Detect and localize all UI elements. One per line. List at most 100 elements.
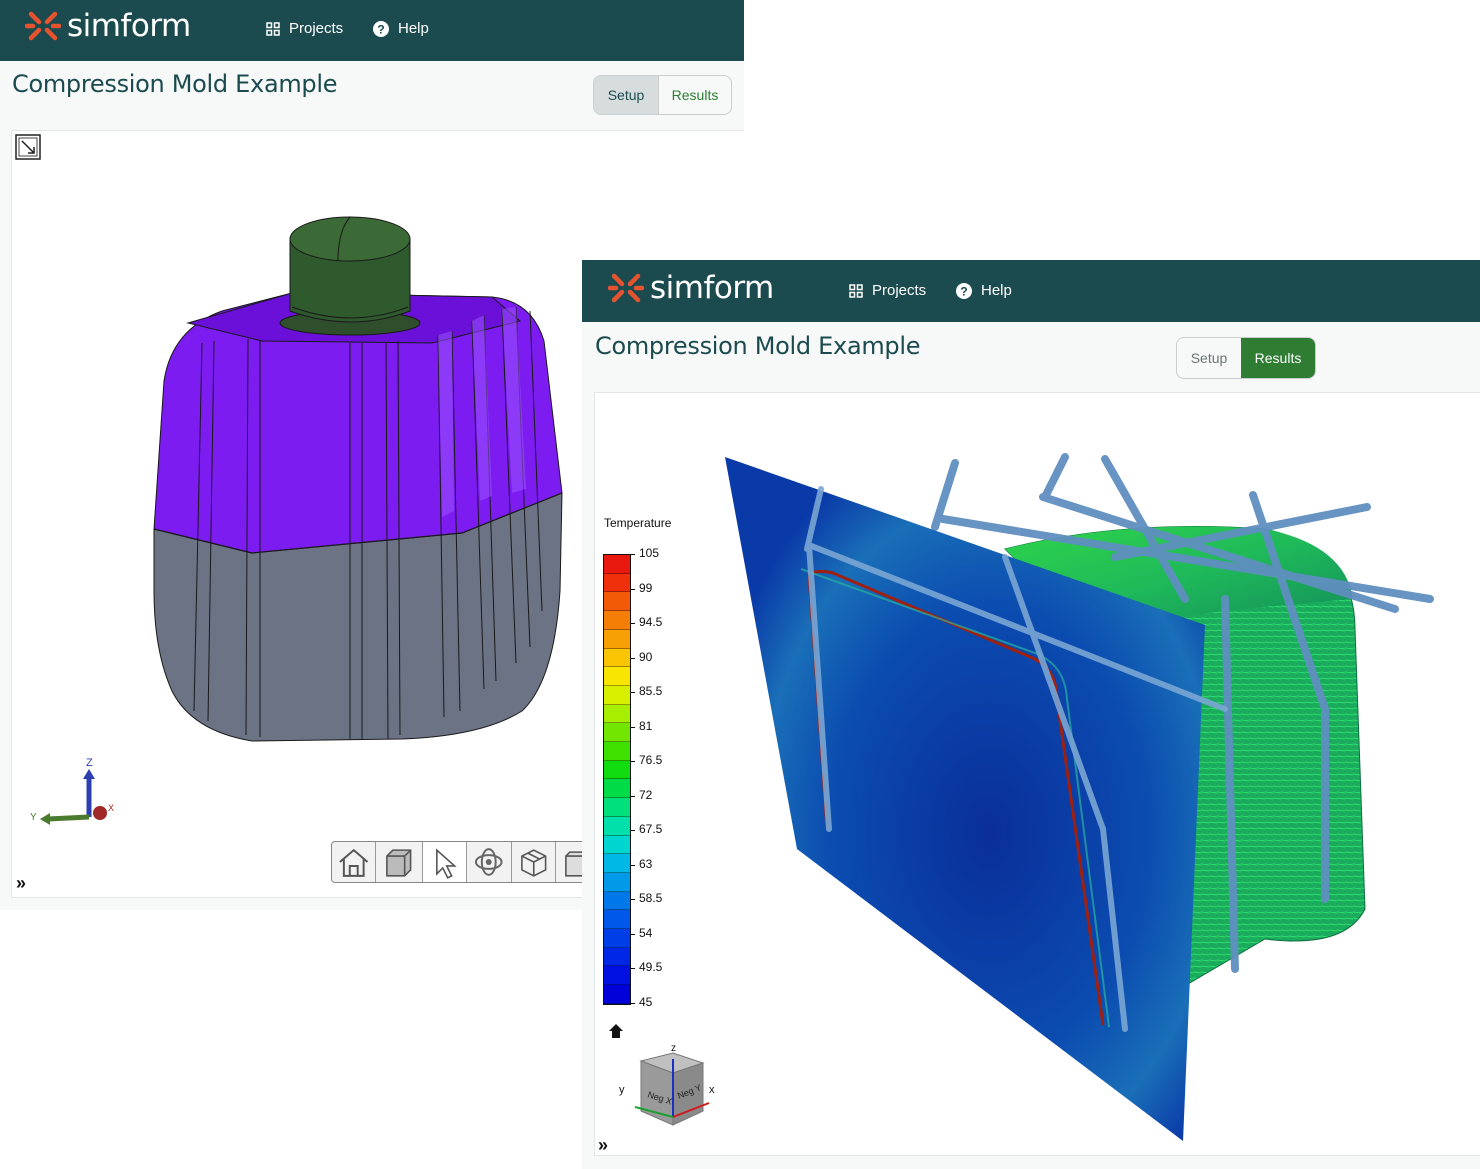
legend-tick <box>630 554 635 555</box>
svg-text:?: ? <box>960 284 967 298</box>
parts-icon[interactable] <box>510 842 555 882</box>
legend-tick <box>630 830 635 832</box>
question-circle-icon: ? <box>373 20 389 37</box>
legend-color-band <box>604 872 630 892</box>
legend-tick <box>630 692 635 694</box>
svg-text:?: ? <box>377 22 384 36</box>
legend-tick <box>630 899 635 901</box>
nav-help-label: Help <box>981 282 1012 299</box>
legend-color-band <box>604 573 630 593</box>
legend-tick <box>630 795 635 797</box>
simform-logo-icon <box>25 11 61 41</box>
legend-tick-label: 67.5 <box>639 822 663 837</box>
tab-results[interactable]: Results <box>658 76 731 114</box>
box-view-icon[interactable] <box>375 842 421 882</box>
legend-tick-label: 105 <box>639 546 660 560</box>
results-viewport[interactable]: Temperature 105 99 94.5 90 85.5 81 76.5 72 67.5 6… <box>594 392 1480 1156</box>
grid-icon <box>849 283 863 298</box>
triad-x-label: X <box>108 803 114 813</box>
rotate-icon[interactable] <box>466 842 510 882</box>
tab-results[interactable]: Results <box>1241 338 1315 378</box>
legend-color-band <box>604 798 630 817</box>
nav-help[interactable]: ? Help <box>956 282 1012 299</box>
legend-color-band <box>604 854 630 873</box>
legend-color-band <box>604 648 630 668</box>
question-circle-icon: ? <box>956 282 972 299</box>
legend-color-band <box>604 760 630 780</box>
expand-panel-icon[interactable]: » <box>16 873 26 894</box>
legend-color-band <box>604 910 630 930</box>
home-icon[interactable] <box>332 842 375 882</box>
legend-tick-label: 90 <box>639 649 653 664</box>
legend-color-band <box>604 966 630 986</box>
legend-color-band <box>604 985 630 1004</box>
legend-color-band <box>604 816 630 836</box>
legend-color-band <box>604 592 630 612</box>
page-title: Compression Mold Example <box>595 332 921 360</box>
nav-projects-label: Projects <box>289 20 344 37</box>
nav-projects[interactable]: Projects <box>849 282 926 299</box>
legend-tick-label: 63 <box>639 856 653 871</box>
legend-color-band <box>604 742 630 761</box>
legend-tick <box>630 864 635 866</box>
legend-tick <box>630 968 635 970</box>
legend-tick-label: 85.5 <box>639 684 663 699</box>
home-icon[interactable] <box>608 1023 624 1039</box>
brand-name: simform <box>650 270 774 306</box>
legend-tick-label: 72 <box>639 787 653 802</box>
mold-tank-model[interactable] <box>142 211 582 751</box>
brand-logo[interactable]: simform <box>25 8 191 44</box>
legend-color-band <box>604 947 630 967</box>
legend-tick-label: 54 <box>639 925 653 940</box>
triad-z-label: Z <box>86 757 93 769</box>
viewcube-x-label: x <box>709 1084 715 1096</box>
legend-color-band <box>604 779 630 799</box>
tab-setup[interactable]: Setup <box>594 76 658 114</box>
legend-color-band <box>604 835 630 855</box>
legend-color-band <box>604 891 630 911</box>
legend-tick <box>630 1003 635 1004</box>
tab-setup[interactable]: Setup <box>1177 338 1241 378</box>
viewcube-z-label: z <box>671 1043 676 1054</box>
maximize-icon[interactable] <box>15 134 41 160</box>
select-cursor-icon[interactable] <box>421 842 467 882</box>
legend-tick <box>630 657 635 659</box>
legend-color-band <box>604 929 630 948</box>
legend-tick-label: 49.5 <box>639 960 663 975</box>
legend-tick <box>630 588 635 590</box>
brand-logo[interactable]: simform <box>608 270 774 306</box>
nav-help[interactable]: ? Help <box>373 20 429 37</box>
legend-tick <box>630 726 635 728</box>
legend-color-band <box>604 667 630 686</box>
view-toolbar <box>331 841 593 883</box>
nav-projects[interactable]: Projects <box>266 20 343 37</box>
legend-color-band <box>604 704 630 724</box>
legend-tick-label: 76.5 <box>639 753 663 768</box>
triad-y-label: Y <box>30 812 37 823</box>
brand-name: simform <box>67 8 191 44</box>
view-cube[interactable]: Neg X Neg Y z y x <box>613 1041 721 1137</box>
legend-tick-label: 94.5 <box>639 615 663 630</box>
legend-color-band <box>604 629 630 649</box>
legend-color-band <box>604 685 630 705</box>
axis-triad: Z Y X <box>30 757 114 825</box>
legend-tick-label: 81 <box>639 718 653 733</box>
legend-tick <box>630 933 635 935</box>
legend-tick-label: 58.5 <box>639 891 663 906</box>
results-window: simform Projects ? Help Compression Mold… <box>582 260 1480 1169</box>
temperature-color-bar <box>603 554 631 1005</box>
view-toggle: Setup Results <box>1176 337 1316 379</box>
grid-icon <box>266 21 280 36</box>
legend-title: Temperature <box>604 516 672 530</box>
viewcube-y-label: y <box>619 1084 625 1096</box>
page-title: Compression Mold Example <box>12 70 338 98</box>
nav-projects-label: Projects <box>872 282 927 299</box>
temperature-result-model[interactable] <box>705 449 1480 1149</box>
navbar: simform Projects ? Help <box>0 0 744 61</box>
expand-panel-icon[interactable]: » <box>598 1135 608 1156</box>
legend-tick <box>630 623 635 625</box>
legend-color-band <box>604 555 630 574</box>
view-toggle: Setup Results <box>593 75 732 115</box>
legend-color-band <box>604 723 630 743</box>
legend-tick <box>630 761 635 763</box>
